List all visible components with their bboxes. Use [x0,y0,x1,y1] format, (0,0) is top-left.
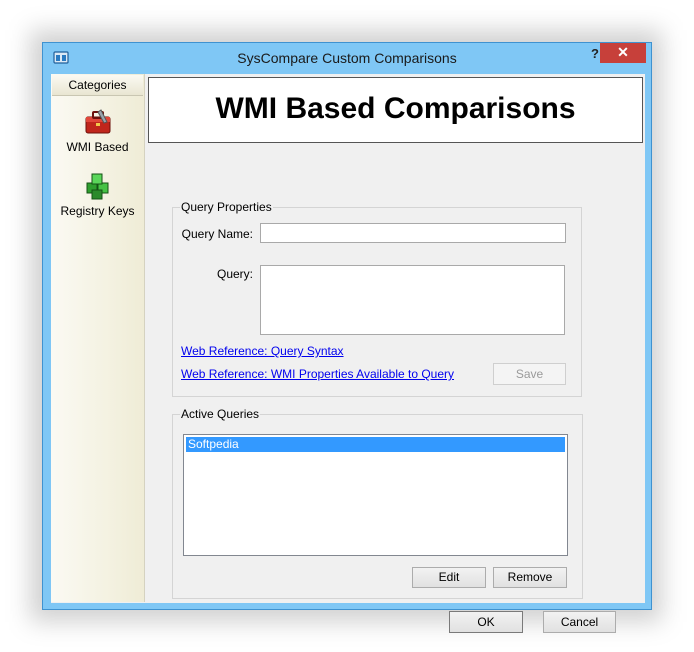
close-button[interactable]: ✕ [600,43,646,63]
wmi-properties-link[interactable]: Web Reference: WMI Properties Available … [181,367,454,381]
sidebar-item-label: WMI Based [66,140,129,154]
toolbox-icon [85,109,110,134]
query-textarea[interactable] [260,265,565,335]
edit-button[interactable]: Edit [412,567,486,588]
query-label: Query: [216,267,253,281]
group-title: Query Properties [180,200,273,214]
categories-header: Categories [52,75,143,96]
list-item[interactable]: Softpedia [186,437,565,452]
query-name-input[interactable] [260,223,566,243]
header-banner: WMI Based Comparisons [148,77,643,143]
active-queries-list[interactable]: Softpedia [183,434,568,556]
active-queries-group: Active Queries Softpedia Edit Remove [172,407,583,599]
window-title: SysCompare Custom Comparisons [237,50,457,66]
dialog-client-area: Categories WMI Based Registry Keys WMI B… [51,74,645,633]
ok-button[interactable]: OK [449,611,523,633]
cancel-button[interactable]: Cancel [543,611,616,633]
sidebar-item-label: Registry Keys [60,204,135,218]
query-name-label: Query Name: [181,227,253,241]
categories-sidebar: Categories WMI Based Registry Keys [51,74,145,602]
group-title: Active Queries [180,407,261,421]
sidebar-item-wmi-based[interactable]: WMI Based [51,108,144,154]
title-bar[interactable]: SysCompare Custom Comparisons ? ✕ [43,43,651,73]
registry-cubes-icon [86,173,108,200]
page-title: WMI Based Comparisons [215,92,576,125]
remove-button[interactable]: Remove [493,567,567,588]
query-properties-group: Query Properties Query Name: Query: Web … [172,200,582,397]
dialog-window: SysCompare Custom Comparisons ? ✕ Catego… [42,42,652,633]
query-syntax-link[interactable]: Web Reference: Query Syntax [181,344,344,358]
sidebar-item-registry-keys[interactable]: Registry Keys [51,172,144,218]
save-button[interactable]: Save [493,363,566,385]
